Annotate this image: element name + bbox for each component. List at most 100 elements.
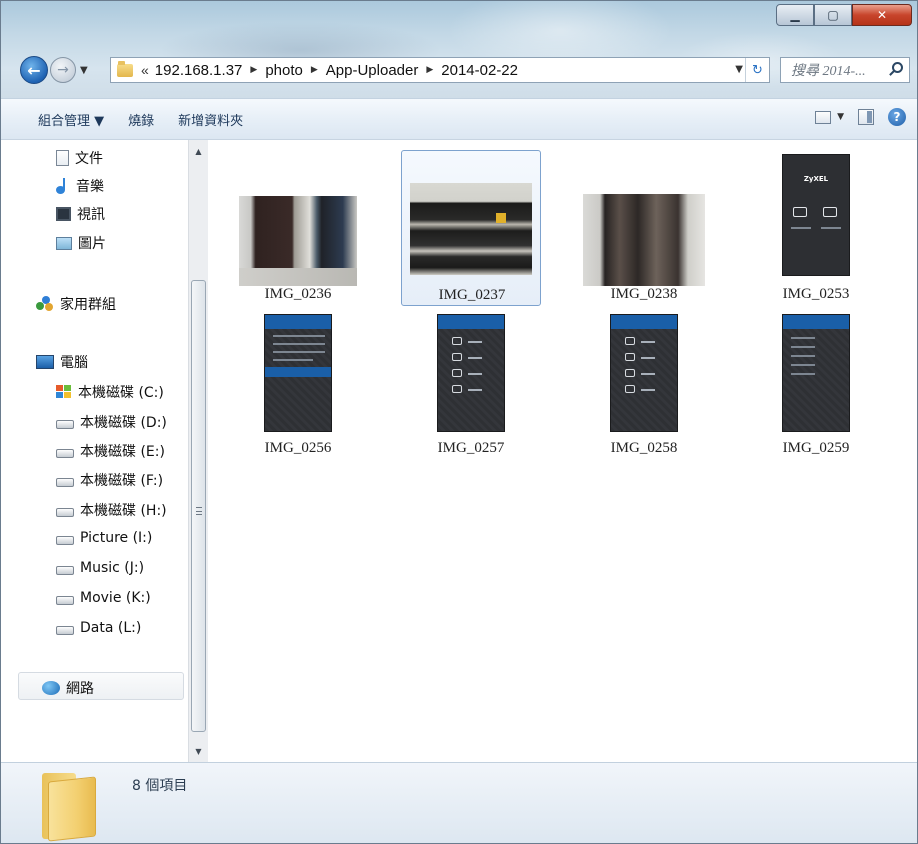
nav-item-label: 網路	[66, 681, 94, 697]
nav-item-label: 電腦	[60, 355, 88, 371]
nav-item-videos[interactable]: 視訊	[56, 204, 105, 224]
toolbar-right: ▼ ?	[815, 108, 906, 126]
network-icon	[42, 681, 60, 695]
change-view-icon[interactable]	[815, 110, 832, 124]
nav-item-label: Music (J:)	[80, 560, 145, 576]
file-list: IMG_0236 IMG_0237 IMG_0238 ZyXEL IMG_025…	[208, 140, 914, 762]
nav-item-drive-d[interactable]: 本機磁碟 (D:)	[56, 412, 167, 432]
drive-icon	[56, 419, 74, 429]
nav-item-drive-l[interactable]: Data (L:)	[56, 620, 141, 636]
file-tile[interactable]: IMG_0256	[228, 310, 368, 466]
scroll-down-icon[interactable]: ▼	[189, 742, 208, 760]
thumbnail-text	[273, 335, 325, 337]
nav-item-label: 圖片	[78, 236, 106, 252]
scroll-thumb[interactable]	[191, 280, 206, 732]
grip-icon	[196, 507, 202, 515]
thumbnail-row-icon	[452, 353, 462, 361]
nav-item-label: 家用群組	[60, 297, 116, 313]
minimize-button[interactable]: ▁	[776, 4, 814, 26]
burn-button[interactable]: 燒錄	[116, 110, 166, 129]
document-icon	[56, 150, 69, 166]
file-thumbnail	[437, 314, 505, 432]
minimize-icon: ▁	[790, 8, 800, 22]
forward-button[interactable]: →	[50, 57, 76, 83]
thumbnail-text	[791, 346, 815, 348]
folder-icon	[117, 60, 133, 77]
nav-item-drive-c[interactable]: 本機磁碟 (C:)	[56, 382, 164, 402]
file-tile[interactable]: ZyXEL IMG_0253	[746, 150, 886, 306]
nav-item-documents[interactable]: 文件	[56, 148, 103, 168]
drive-icon	[56, 448, 74, 458]
thumbnail-text	[273, 343, 325, 345]
nav-item-drive-e[interactable]: 本機磁碟 (E:)	[56, 441, 165, 461]
help-icon[interactable]: ?	[888, 108, 906, 126]
thumbnail-text	[273, 359, 313, 361]
refresh-button[interactable]: ↻	[745, 58, 769, 82]
new-folder-button[interactable]: 新增資料夾	[166, 110, 255, 129]
recent-pages-dropdown[interactable]: ▼	[80, 65, 88, 76]
nav-item-drive-j[interactable]: Music (J:)	[56, 560, 144, 576]
nav-item-drive-k[interactable]: Movie (K:)	[56, 590, 151, 606]
search-box[interactable]: 搜尋 2014-...	[780, 57, 910, 83]
thumbnail-text	[791, 227, 811, 229]
breadcrumb-item[interactable]: 2014-02-22	[441, 62, 518, 79]
homegroup-icon	[36, 296, 54, 312]
nav-item-pictures[interactable]: 圖片	[56, 233, 106, 253]
address-dropdown-icon[interactable]: ▼	[735, 64, 743, 75]
file-thumbnail	[239, 196, 357, 286]
thumbnail-text	[468, 373, 482, 375]
nav-item-label: 文件	[75, 151, 103, 167]
close-button[interactable]: ✕	[852, 4, 912, 26]
scroll-up-icon[interactable]: ▲	[189, 142, 208, 160]
music-icon	[56, 178, 70, 194]
thumbnail-text	[273, 351, 325, 353]
preview-pane-icon[interactable]	[858, 109, 874, 125]
search-icon[interactable]	[892, 62, 903, 73]
nav-scrollbar[interactable]: ▲ ▼	[188, 140, 208, 762]
nav-item-drive-i[interactable]: Picture (I:)	[56, 530, 152, 546]
nav-item-network[interactable]: 網路	[42, 678, 94, 698]
nav-item-label: 本機磁碟 (C:)	[78, 385, 164, 401]
navigation-pane: 文件 音樂 視訊 圖片 家用群組 電腦 本機磁碟 (C:) 本機磁碟 (D:) …	[0, 140, 208, 764]
thumbnail-row-icon	[452, 337, 462, 345]
breadcrumb-separator-icon[interactable]: ▶	[250, 65, 257, 75]
file-tile[interactable]: IMG_0257	[401, 310, 541, 466]
back-button[interactable]: ←	[20, 56, 48, 84]
breadcrumb-item[interactable]: App-Uploader	[326, 62, 419, 79]
address-bar[interactable]: « 192.168.1.37 ▶ photo ▶ App-Uploader ▶ …	[110, 57, 770, 83]
breadcrumb-overflow[interactable]: «	[141, 62, 149, 78]
view-options-dropdown-icon[interactable]: ▼	[837, 112, 844, 122]
pictures-icon	[56, 236, 72, 250]
breadcrumb-separator-icon[interactable]: ▶	[311, 65, 318, 75]
file-thumbnail	[410, 183, 532, 275]
nav-item-drive-f[interactable]: 本機磁碟 (F:)	[56, 470, 163, 490]
navigation-controls: ← → ▼	[20, 54, 88, 86]
breadcrumb-item[interactable]: 192.168.1.37	[155, 62, 243, 79]
details-pane: 8 個項目	[0, 762, 918, 844]
file-tile[interactable]: IMG_0258	[574, 310, 714, 466]
file-tile[interactable]: IMG_0238	[574, 150, 714, 306]
file-name: IMG_0236	[264, 286, 332, 302]
maximize-button[interactable]: ▢	[814, 4, 852, 26]
breadcrumb-item[interactable]: photo	[265, 62, 303, 79]
thumbnail-header	[265, 315, 331, 329]
file-tile[interactable]: IMG_0237	[401, 150, 541, 306]
file-name: IMG_0253	[782, 286, 850, 302]
file-tile[interactable]: IMG_0236	[228, 150, 368, 306]
nav-item-drive-h[interactable]: 本機磁碟 (H:)	[56, 500, 167, 520]
thumbnail-text	[821, 227, 841, 229]
nav-item-music[interactable]: 音樂	[56, 176, 104, 196]
nav-item-label: 音樂	[76, 179, 104, 195]
organize-menu[interactable]: 組合管理 ▼	[0, 110, 116, 129]
nav-item-computer[interactable]: 電腦	[36, 352, 88, 372]
breadcrumb-separator-icon[interactable]: ▶	[426, 65, 433, 75]
thumbnail-text	[791, 364, 815, 366]
thumbnail-text	[791, 355, 815, 357]
nav-item-homegroup[interactable]: 家用群組	[36, 294, 116, 314]
drive-icon	[56, 565, 74, 575]
file-tile[interactable]: IMG_0259	[746, 310, 886, 466]
file-name: IMG_0258	[610, 440, 678, 456]
file-name: IMG_0238	[610, 286, 678, 302]
search-placeholder: 搜尋 2014-...	[791, 64, 866, 79]
nav-item-label: Picture (I:)	[80, 530, 153, 546]
